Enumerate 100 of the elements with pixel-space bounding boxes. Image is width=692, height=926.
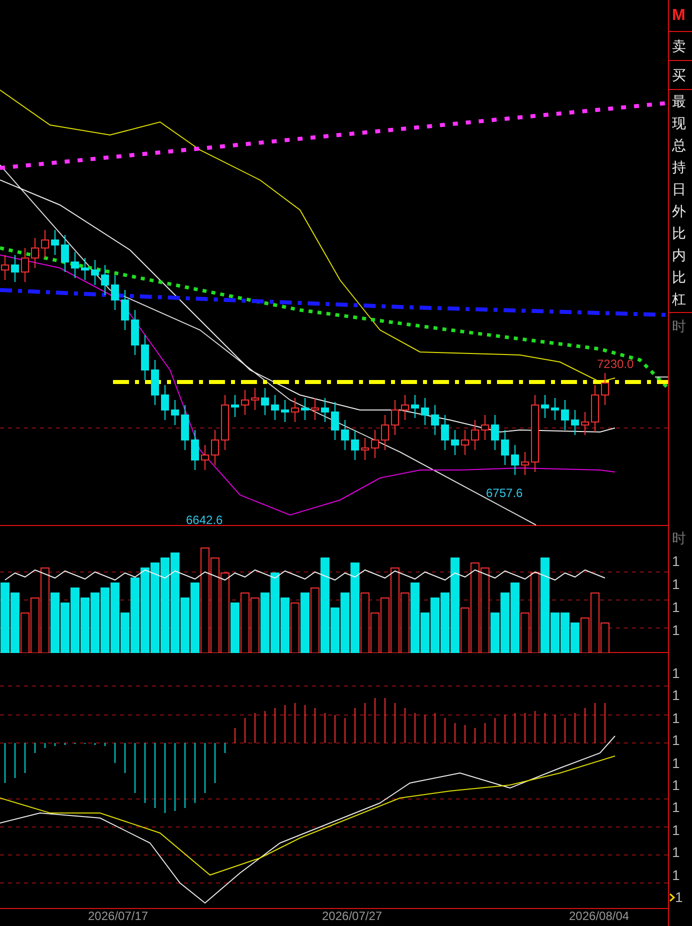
candlestick [161,384,169,420]
candlestick [301,398,309,420]
candlestick [341,420,349,450]
candlestick [11,254,19,282]
candlestick [91,260,99,286]
candlestick [61,234,69,272]
candlestick [601,372,609,406]
price-marker-line [654,376,668,378]
candlestick [51,230,59,256]
candlestick [571,410,579,436]
axis-tick-label: 1 [672,822,680,837]
candlestick [591,384,599,432]
candlestick [351,430,359,460]
candlestick [581,412,589,436]
candlestick [541,394,549,418]
field-label: 日 [672,181,687,198]
volume-bar [560,612,570,653]
section-label: 时 [672,530,687,544]
axis-tick-label: 1 [672,600,681,614]
quote-label: 买 [672,66,686,84]
date-label: 2026/07/27 [322,910,382,922]
candlestick [481,414,489,440]
candlestick [511,444,519,476]
candlestick [211,430,219,466]
field-label: 比 [672,269,687,286]
axis-tick-label: 1 [672,868,680,882]
candlestick [271,394,279,420]
panel-header: M [672,6,686,26]
volume-bar [0,582,10,653]
candlestick [381,414,389,450]
candlestick [551,398,559,420]
candlestick [191,430,199,470]
candlestick [411,394,419,418]
volume-bar [570,622,580,653]
axis-tick-label: 1 [672,845,680,860]
candlestick [71,252,79,278]
candlestick [31,238,39,268]
candlestick [441,414,449,450]
volume-bar [90,592,100,653]
candlestick [121,290,129,330]
axis-tick-label: 1 [672,576,681,590]
candlestick [401,394,409,420]
candlestick [251,388,259,410]
candlestick [81,258,89,280]
volume-bar [400,592,410,653]
candlestick [291,398,299,422]
candlestick [201,444,209,470]
section-label: 时 [672,318,686,334]
volume-bar [100,588,110,653]
candlestick [231,394,239,418]
price-label: 6757.6 [486,486,523,500]
volume-bar [290,602,300,653]
candlestick [421,398,429,426]
candlestick [261,388,269,416]
axis-tick-label: 1 [672,733,680,748]
axis-tick-label: 1 [672,756,680,770]
quote-label: 卖 [672,36,686,56]
axis-tick-label: 1 [675,890,683,904]
volume-bar [250,598,260,653]
candlestick [181,404,189,450]
candlestick [461,430,469,456]
field-label: 比 [672,225,687,242]
candlestick [131,310,139,356]
volume-bar [80,598,90,653]
field-label: 最 [672,93,687,110]
candlestick [241,390,249,416]
field-label: 总 [672,137,687,154]
candlestick [471,420,479,450]
axis-tick-label: 1 [672,666,680,680]
axis-tick-label: 1 [672,778,680,792]
candlestick [141,334,149,380]
chevron-icon [669,892,675,902]
candlestick [281,400,289,422]
price-label: 7230.0 [597,357,634,371]
candlestick [491,414,499,450]
candlestick [371,430,379,458]
candlestick [561,400,569,430]
candlestick [361,438,369,460]
volume-bar [70,588,80,653]
candlestick [221,394,229,450]
candlestick [431,404,439,436]
candlestick [331,402,339,440]
axis-tick-label: 1 [672,622,681,636]
candlestick [151,360,159,406]
field-label: 杠 [672,291,687,308]
price-label: 6642.6 [186,513,223,526]
candlestick [311,398,319,420]
candlestick [21,248,29,282]
volume-bar [240,592,250,653]
candlestick [321,398,329,422]
volume-bar [60,602,70,653]
field-label: 内 [672,247,687,264]
volume-bar [300,592,310,653]
axis-tick-label: 1 [672,710,680,725]
field-label: 持 [672,159,687,176]
candlestick [41,230,49,258]
candlestick [451,430,459,456]
date-label: 2026/07/17 [88,910,148,922]
candlestick [391,400,399,436]
candlestick [501,430,509,466]
